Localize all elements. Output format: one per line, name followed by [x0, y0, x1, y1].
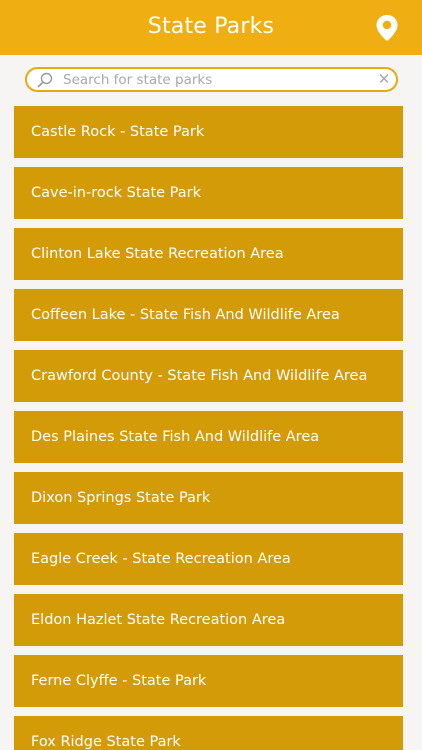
- search-field[interactable]: ✕: [25, 67, 398, 92]
- clear-icon[interactable]: ✕: [376, 71, 392, 87]
- search-icon: [37, 72, 53, 88]
- list-item-label: Eldon Hazlet State Recreation Area: [31, 612, 286, 628]
- list-item[interactable]: Dixon Springs State Park: [14, 472, 403, 524]
- map-pin-icon[interactable]: [374, 14, 400, 42]
- list-item-label: Coffeen Lake - State Fish And Wildlife A…: [31, 307, 340, 323]
- list-item[interactable]: Crawford County - State Fish And Wildlif…: [14, 350, 403, 402]
- list-item-label: Clinton Lake State Recreation Area: [31, 246, 284, 262]
- search-bar: ✕: [0, 55, 422, 103]
- list-item-label: Crawford County - State Fish And Wildlif…: [31, 368, 368, 384]
- list-item[interactable]: Eagle Creek - State Recreation Area: [14, 533, 403, 585]
- list-item[interactable]: Cave-in-rock State Park: [14, 167, 403, 219]
- list-item[interactable]: Des Plaines State Fish And Wildlife Area: [14, 411, 403, 463]
- list-item-label: Ferne Clyffe - State Park: [31, 673, 207, 689]
- list-item[interactable]: Clinton Lake State Recreation Area: [14, 228, 403, 280]
- search-input[interactable]: [63, 69, 363, 90]
- nav-bar: State Parks: [0, 0, 422, 55]
- list-item-label: Castle Rock - State Park: [31, 124, 205, 140]
- list-item-label: Cave-in-rock State Park: [31, 185, 202, 201]
- page-title: State Parks: [147, 14, 275, 39]
- list-item-label: Fox Ridge State Park: [31, 734, 181, 750]
- list-item[interactable]: Fox Ridge State Park: [14, 716, 403, 750]
- list-item[interactable]: Eldon Hazlet State Recreation Area: [14, 594, 403, 646]
- list-item[interactable]: Coffeen Lake - State Fish And Wildlife A…: [14, 289, 403, 341]
- list-item[interactable]: Ferne Clyffe - State Park: [14, 655, 403, 707]
- list-item-label: Eagle Creek - State Recreation Area: [31, 551, 291, 567]
- list-item[interactable]: Castle Rock - State Park: [14, 106, 403, 158]
- list-item-label: Des Plaines State Fish And Wildlife Area: [31, 429, 320, 445]
- list-item-label: Dixon Springs State Park: [31, 490, 211, 506]
